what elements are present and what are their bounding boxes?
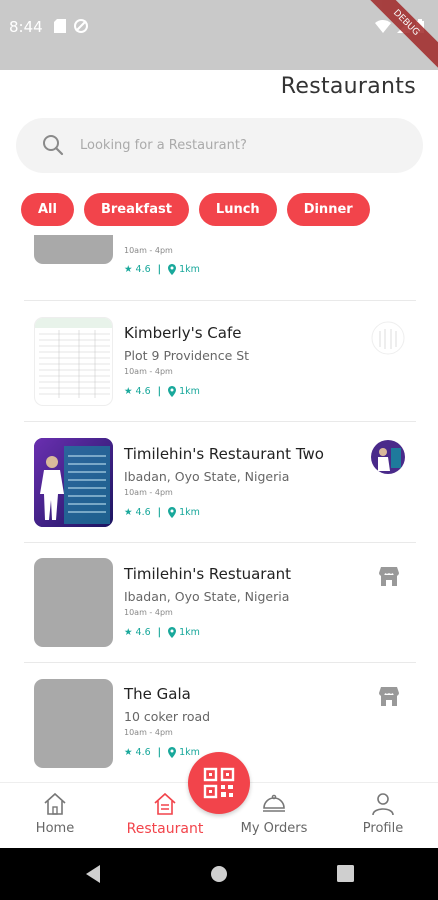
cloche-icon <box>263 794 285 812</box>
restaurant-meta: ★ 4.6 | 1km <box>124 627 200 638</box>
meta-separator: | <box>157 747 162 758</box>
list-item[interactable]: Timilehin's Restaurant Two Ibadan, Oyo S… <box>0 422 438 543</box>
restaurant-hours: 10am - 4pm <box>124 608 173 617</box>
store-icon <box>379 687 399 706</box>
home-circle-icon[interactable] <box>210 865 228 883</box>
restaurant-thumbnail <box>34 438 113 527</box>
restaurant-name: Timilehin's Restuarant <box>124 565 292 583</box>
restaurant-thumbnail <box>34 558 113 647</box>
star-icon: ★ <box>124 264 133 275</box>
list-item[interactable]: Kimberly's Cafe Plot 9 Providence St 10a… <box>0 301 438 422</box>
status-bar: 8:44 DEBUG <box>0 0 438 72</box>
qr-code-icon <box>203 767 235 799</box>
home-icon <box>44 792 66 815</box>
wifi-icon <box>375 19 391 33</box>
list-item[interactable]: Timilehin's Restuarant Ibadan, Oyo State… <box>0 542 438 663</box>
location-pin-icon <box>168 264 177 275</box>
restaurant-meta: ★ 4.6 | 1km <box>124 747 200 758</box>
restaurant-hours: 10am - 4pm <box>124 488 173 497</box>
restaurant-hours: 10am - 4pm <box>124 367 173 376</box>
recents-icon[interactable] <box>337 865 354 882</box>
restaurant-distance: 1km <box>179 264 200 275</box>
restaurant-thumbnail <box>34 235 113 264</box>
meta-separator: | <box>157 627 162 638</box>
restaurant-address: 10 coker road <box>124 709 211 724</box>
restaurant-logo-icon <box>371 440 405 474</box>
location-pin-icon <box>168 627 177 638</box>
restaurant-name: Timilehin's Restaurant Two <box>124 445 324 463</box>
restaurant-thumbnail <box>34 679 113 768</box>
restaurant-address: Plot 9 Providence St <box>124 348 250 363</box>
filter-chip-all[interactable]: All <box>21 193 74 226</box>
page-title: Restaurants <box>280 74 416 99</box>
sd-card-icon <box>54 19 66 33</box>
restaurant-list[interactable]: 10am - 4pm ★ 4.6 | 1km Kimberly's Cafe P… <box>0 235 438 782</box>
meta-separator: | <box>157 507 162 518</box>
system-navigation-bar <box>0 848 438 900</box>
search-icon <box>43 135 64 156</box>
location-pin-icon <box>168 386 177 397</box>
restaurant-hours: 10am - 4pm <box>124 246 173 255</box>
filter-chip-dinner[interactable]: Dinner <box>286 193 370 226</box>
restaurant-rating: 4.6 <box>135 747 151 758</box>
search-placeholder: Looking for a Restaurant? <box>80 138 247 153</box>
restaurant-name: The Gala <box>124 685 191 703</box>
restaurant-distance: 1km <box>179 747 200 758</box>
list-item[interactable]: 10am - 4pm ★ 4.6 | 1km <box>0 235 438 301</box>
filter-chip-breakfast[interactable]: Breakfast <box>83 193 189 226</box>
location-pin-icon <box>168 747 177 758</box>
restaurant-meta: ★ 4.6 | 1km <box>124 507 200 518</box>
debug-banner: DEBUG <box>357 0 438 72</box>
restaurant-thumbnail <box>34 317 113 406</box>
restaurant-meta: ★ 4.6 | 1km <box>124 386 200 397</box>
restaurant-rating: 4.6 <box>135 264 151 275</box>
restaurant-rating: 4.6 <box>135 507 151 518</box>
no-sync-icon <box>74 19 88 33</box>
restaurant-distance: 1km <box>179 386 200 397</box>
restaurant-rating: 4.6 <box>135 386 151 397</box>
store-icon <box>379 567 399 586</box>
restaurant-address: Ibadan, Oyo State, Nigeria <box>124 469 290 484</box>
player-photo <box>34 438 113 527</box>
nav-restaurant-label: Restaurant <box>126 821 204 837</box>
meta-separator: | <box>157 264 162 275</box>
filter-chips: All Breakfast Lunch Dinner <box>21 193 370 226</box>
nav-my-orders[interactable]: My Orders <box>238 783 310 849</box>
restaurant-distance: 1km <box>179 507 200 518</box>
star-icon: ★ <box>124 507 133 518</box>
qr-scan-button[interactable] <box>188 752 250 814</box>
back-icon[interactable] <box>84 864 102 884</box>
restaurant-name: Kimberly's Cafe <box>124 324 242 342</box>
meta-separator: | <box>157 386 162 397</box>
profile-icon <box>372 793 394 816</box>
restaurant-distance: 1km <box>179 627 200 638</box>
nav-home-label: Home <box>35 821 75 836</box>
star-icon: ★ <box>124 386 133 397</box>
nav-profile-label: Profile <box>362 821 404 836</box>
nav-my-orders-label: My Orders <box>240 821 308 836</box>
location-pin-icon <box>168 507 177 518</box>
star-icon: ★ <box>124 747 133 758</box>
star-icon: ★ <box>124 627 133 638</box>
restaurant-rating: 4.6 <box>135 627 151 638</box>
restaurant-logo-icon <box>371 321 405 355</box>
nav-home[interactable]: Home <box>33 783 77 849</box>
filter-chip-lunch[interactable]: Lunch <box>198 193 277 226</box>
spreadsheet-image <box>35 318 112 398</box>
nav-profile[interactable]: Profile <box>358 783 408 849</box>
restaurant-meta: ★ 4.6 | 1km <box>124 264 200 275</box>
status-time: 8:44 <box>9 18 43 36</box>
restaurant-icon <box>154 792 176 815</box>
restaurant-hours: 10am - 4pm <box>124 728 173 737</box>
restaurant-address: Ibadan, Oyo State, Nigeria <box>124 589 290 604</box>
